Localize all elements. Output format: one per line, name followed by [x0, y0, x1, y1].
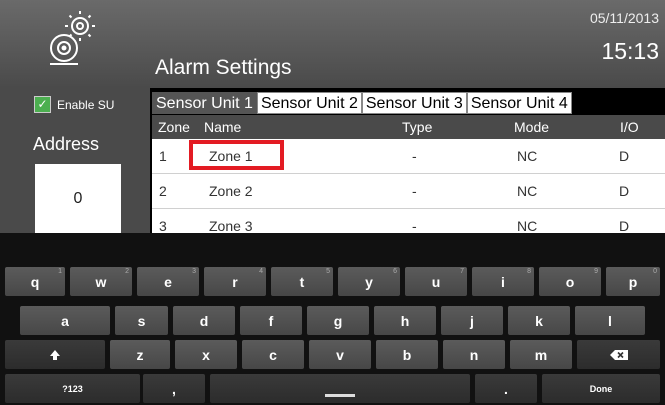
key-y[interactable]: y6	[338, 267, 400, 296]
key-e[interactable]: e3	[137, 267, 199, 296]
header-name: Name	[204, 119, 242, 135]
key-s[interactable]: s	[115, 306, 168, 335]
cell-io: D	[619, 183, 630, 199]
key-t[interactable]: t5	[271, 267, 333, 296]
table-row[interactable]: 2 Zone 2 - NC D	[152, 174, 665, 209]
key-b[interactable]: b	[376, 340, 438, 369]
backspace-icon	[609, 349, 628, 360]
enable-su-toggle[interactable]: ✓ Enable SU	[34, 96, 114, 113]
key-a[interactable]: a	[20, 306, 110, 335]
key-g[interactable]: g	[307, 306, 369, 335]
key-j[interactable]: j	[441, 306, 503, 335]
key-hint: 1	[58, 268, 62, 275]
address-label: Address	[33, 134, 100, 154]
address-field[interactable]: 0	[35, 164, 121, 233]
key-f[interactable]: f	[240, 306, 302, 335]
table-row[interactable]: 3 Zone 3 - NC D	[152, 209, 665, 233]
header-zone: Zone	[158, 119, 190, 135]
enable-su-checkbox[interactable]: ✓	[34, 96, 51, 113]
cell-type: -	[412, 218, 417, 233]
key-z[interactable]: z	[110, 340, 170, 369]
key-h[interactable]: h	[374, 306, 436, 335]
key-u[interactable]: u7	[405, 267, 467, 296]
selected-name-highlight	[189, 140, 284, 170]
cell-type: -	[412, 183, 417, 199]
cell-type: -	[412, 148, 417, 164]
shift-icon	[50, 349, 60, 360]
space-bar-indicator	[325, 394, 355, 397]
key-v[interactable]: v	[309, 340, 371, 369]
key-hint: 2	[125, 268, 129, 275]
key-q[interactable]: q1	[5, 267, 65, 296]
key-n[interactable]: n	[443, 340, 505, 369]
key-c[interactable]: c	[242, 340, 304, 369]
key-x[interactable]: x	[175, 340, 237, 369]
cell-name[interactable]: Zone 3	[209, 218, 253, 233]
sensor-unit-panel: ✓ Enable SU Address 0	[0, 88, 150, 233]
alarm-bell-gear-icon	[50, 11, 95, 65]
key-k[interactable]: k	[508, 306, 570, 335]
cell-mode: NC	[517, 218, 538, 233]
cell-io: D	[619, 148, 630, 164]
key-hint: 6	[393, 268, 397, 275]
sensor-unit-tabs: Sensor Unit 1 Sensor Unit 2 Sensor Unit …	[152, 92, 572, 114]
cell-io: D	[619, 218, 630, 233]
key-hint: 7	[460, 268, 464, 275]
key-hint: 0	[653, 268, 657, 275]
space-key[interactable]	[210, 374, 470, 403]
enable-su-label: Enable SU	[57, 97, 115, 112]
header-bar: Alarm Settings 05/11/2013 15:13	[0, 0, 665, 88]
key-hint: 4	[259, 268, 263, 275]
zone-table-header: Zone Name Type Mode I/O	[152, 115, 665, 139]
zone-table: 1 Zone 1 - NC D 2 Zone 2 - NC D 3 Zone 3…	[152, 139, 665, 233]
cell-zone: 2	[159, 183, 167, 199]
key-m[interactable]: m	[510, 340, 572, 369]
cell-zone: 3	[159, 218, 167, 233]
key-hint: 3	[192, 268, 196, 275]
key-w[interactable]: w2	[70, 267, 132, 296]
on-screen-keyboard: q1 w2 e3 r4 t5 y6 u7 i8 o9 p0 a s d f g …	[0, 233, 665, 405]
page-title: Alarm Settings	[155, 56, 292, 79]
period-key[interactable]: .	[475, 374, 537, 403]
key-hint: 8	[527, 268, 531, 275]
cell-name[interactable]: Zone 2	[209, 183, 253, 199]
header-type: Type	[402, 119, 433, 135]
key-r[interactable]: r4	[204, 267, 266, 296]
done-key[interactable]: Done	[542, 374, 660, 403]
comma-key[interactable]: ,	[143, 374, 205, 403]
symbols-key[interactable]: ?123	[5, 374, 140, 403]
cell-mode: NC	[517, 148, 538, 164]
key-d[interactable]: d	[173, 306, 235, 335]
tab-sensor-unit-1[interactable]: Sensor Unit 1	[152, 92, 257, 114]
key-l[interactable]: l	[575, 306, 645, 335]
cell-zone: 1	[159, 148, 167, 164]
backspace-key[interactable]	[577, 340, 660, 369]
header-mode: Mode	[514, 119, 550, 135]
date-display: 05/11/2013	[589, 10, 659, 26]
key-p[interactable]: p0	[606, 267, 660, 296]
key-i[interactable]: i8	[472, 267, 534, 296]
table-row[interactable]: 1 Zone 1 - NC D	[152, 139, 665, 174]
key-hint: 9	[594, 268, 598, 275]
time-display: 15:13	[601, 38, 659, 64]
key-hint: 5	[326, 268, 330, 275]
tab-sensor-unit-2[interactable]: Sensor Unit 2	[256, 92, 362, 114]
tab-sensor-unit-3[interactable]: Sensor Unit 3	[361, 92, 467, 114]
header-io: I/O	[620, 119, 639, 135]
cell-mode: NC	[517, 183, 538, 199]
tab-sensor-unit-4[interactable]: Sensor Unit 4	[466, 92, 572, 114]
key-o[interactable]: o9	[539, 267, 601, 296]
shift-key[interactable]	[5, 340, 105, 369]
